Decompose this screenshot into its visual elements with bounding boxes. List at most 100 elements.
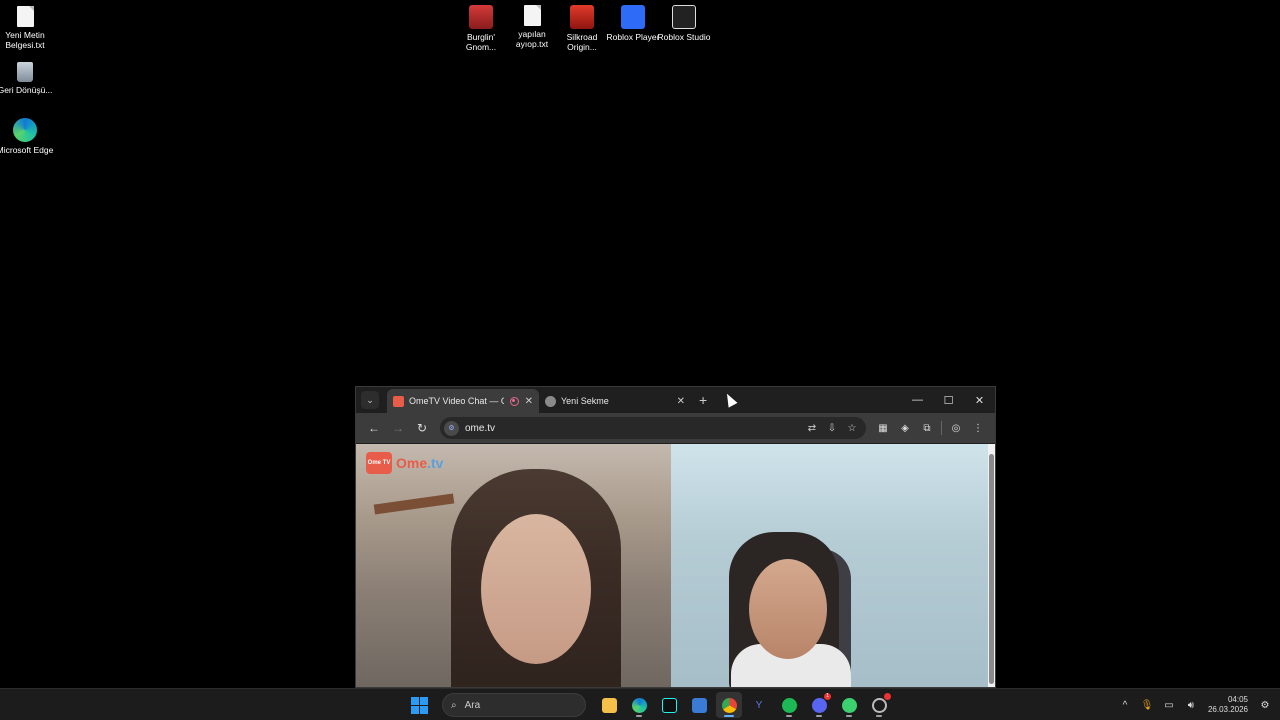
tiktok-icon xyxy=(661,697,677,713)
profile-icon[interactable]: ◎ xyxy=(945,417,967,439)
self-face xyxy=(749,559,827,659)
close-button[interactable]: ✕ xyxy=(964,387,995,413)
volume-icon[interactable]: 🔊︎ xyxy=(1182,700,1200,711)
silkroad-icon xyxy=(570,5,594,29)
network-icon[interactable]: ▭ xyxy=(1160,700,1178,711)
messenger-icon xyxy=(841,697,857,713)
desktop-icon-label: Microsoft Edge xyxy=(0,145,54,155)
start-button[interactable] xyxy=(406,692,432,718)
ometv-logo-badge: Ome TV xyxy=(366,452,392,474)
desktop-icon-label: Roblox Studio xyxy=(657,32,711,42)
ometv-logo-text: Ome xyxy=(396,455,428,471)
windows-logo-icon xyxy=(410,705,419,714)
taskbar-search[interactable]: ⌕ Ara xyxy=(442,693,586,717)
maximize-button[interactable]: ☐ xyxy=(933,387,964,413)
menu-icon[interactable]: ⋮ xyxy=(967,417,989,439)
new-tab-button[interactable]: + xyxy=(699,392,707,408)
yandex-icon: Y xyxy=(755,699,763,711)
spotify-icon xyxy=(781,697,797,713)
windows-logo-icon xyxy=(419,705,428,714)
tab-title: OmeTV Video Chat — Ome xyxy=(409,396,504,406)
close-tab-icon[interactable]: ✕ xyxy=(677,396,685,407)
tab-new-tab[interactable]: Yeni Sekme ✕ xyxy=(539,389,691,413)
minimize-button[interactable]: — xyxy=(902,387,933,413)
toolbar-divider xyxy=(941,421,942,435)
background-shelf xyxy=(373,493,455,515)
tab-search-button[interactable]: ⌄ xyxy=(361,391,379,409)
clock[interactable]: 04:05 26.03.2026 xyxy=(1208,695,1248,715)
ometv-logo-suffix: .tv xyxy=(427,455,444,471)
burglin-gnomes-icon xyxy=(469,5,493,29)
back-button[interactable]: ← xyxy=(362,416,386,440)
ometv-favicon-icon xyxy=(393,395,404,407)
spotify-button[interactable] xyxy=(776,692,802,718)
partner-video: Ome TV Ome.tv xyxy=(356,444,671,687)
desktop-icon-roblox-studio[interactable]: Roblox Studio xyxy=(654,5,714,42)
yandex-button[interactable]: Y xyxy=(746,692,772,718)
taskbar: ⌕ Ara Y 1 ^ 🎙︎ ▭ 🔊︎ 04:05 26.03.2026 ⚙ xyxy=(0,688,1280,720)
system-tray: ^ 🎙︎ ▭ 🔊︎ 04:05 26.03.2026 ⚙ xyxy=(1116,692,1274,718)
browser-window: ⌄ OmeTV Video Chat — Ome ✕ Yeni Sekme ✕ … xyxy=(355,386,996,688)
text-file-icon xyxy=(16,6,34,27)
recording-icon xyxy=(509,396,519,406)
search-icon: ⌕ xyxy=(451,699,457,711)
desktop-icon-label: Yeni Metin Belgesi.txt xyxy=(5,30,45,50)
bookmark-star-icon[interactable]: ☆ xyxy=(842,423,862,434)
page-scrollbar[interactable] xyxy=(988,444,995,687)
chevron-up-icon[interactable]: ^ xyxy=(1116,700,1134,711)
discord-icon xyxy=(811,697,827,713)
edge-icon xyxy=(13,118,37,142)
partner-face xyxy=(481,514,591,664)
chrome-favicon-icon xyxy=(545,395,556,407)
file-explorer-button[interactable] xyxy=(596,692,622,718)
notification-icon[interactable]: ⚙ xyxy=(1256,700,1274,711)
address-bar[interactable]: ⚙ ome.tv ⇄ ⇩ ☆ xyxy=(440,417,866,439)
discord-badge: 1 xyxy=(824,693,831,700)
chrome-button[interactable] xyxy=(716,692,742,718)
install-app-icon[interactable]: ⇩ xyxy=(822,423,842,434)
tab-strip: ⌄ OmeTV Video Chat — Ome ✕ Yeni Sekme ✕ … xyxy=(356,387,995,413)
extension-icon[interactable]: ▦ xyxy=(872,417,894,439)
site-info-icon[interactable]: ⚙ xyxy=(444,420,459,436)
tab-ometv[interactable]: OmeTV Video Chat — Ome ✕ xyxy=(387,389,539,413)
desktop-icon-edge[interactable]: Microsoft Edge xyxy=(0,118,55,155)
store-button[interactable] xyxy=(686,692,712,718)
reload-button[interactable]: ↻ xyxy=(410,416,434,440)
recycle-bin-icon xyxy=(17,62,33,82)
microphone-icon[interactable]: 🎙︎ xyxy=(1138,700,1156,711)
translate-icon[interactable]: ⇄ xyxy=(802,423,822,434)
edge-icon xyxy=(631,697,647,713)
search-placeholder: Ara xyxy=(464,699,481,711)
tiktok-button[interactable] xyxy=(656,692,682,718)
self-video xyxy=(671,444,990,687)
windows-logo-icon xyxy=(410,696,419,705)
forward-button[interactable]: → xyxy=(386,416,410,440)
clock-time: 04:05 xyxy=(1227,695,1248,704)
extension-icon[interactable]: ◈ xyxy=(894,417,916,439)
desktop-icon-label: Geri Dönüşü... xyxy=(0,85,53,95)
window-controls: — ☐ ✕ xyxy=(902,387,995,413)
edge-button[interactable] xyxy=(626,692,652,718)
roblox-studio-icon xyxy=(672,5,696,29)
windows-logo-icon xyxy=(419,696,428,705)
extra-app-button[interactable] xyxy=(866,692,892,718)
clock-date: 26.03.2026 xyxy=(1207,705,1248,714)
extensions-puzzle-icon[interactable]: ⧉ xyxy=(916,417,938,439)
store-icon xyxy=(691,697,707,713)
ometv-logo: Ome TV Ome.tv xyxy=(366,452,443,474)
close-tab-icon[interactable]: ✕ xyxy=(525,396,533,407)
desktop-icon-recycle-bin[interactable]: Geri Dönüşü... xyxy=(0,62,55,95)
scrollbar-thumb[interactable] xyxy=(989,454,994,684)
discord-button[interactable]: 1 xyxy=(806,692,832,718)
chrome-icon xyxy=(721,697,737,713)
text-file-icon xyxy=(523,5,541,26)
video-chat-area: Ome TV Ome.tv xyxy=(356,444,990,687)
folder-icon xyxy=(601,697,617,713)
taskbar-center: ⌕ Ara Y 1 xyxy=(406,692,892,718)
app-icon xyxy=(871,697,887,713)
address-url: ome.tv xyxy=(465,422,496,434)
messenger-button[interactable] xyxy=(836,692,862,718)
browser-toolbar: ← → ↻ ⚙ ome.tv ⇄ ⇩ ☆ ▦ ◈ ⧉ ◎ ⋮ xyxy=(356,413,995,443)
desktop-icon-yeni-metin[interactable]: Yeni Metin Belgesi.txt xyxy=(0,6,55,50)
tab-title: Yeni Sekme xyxy=(561,396,609,406)
